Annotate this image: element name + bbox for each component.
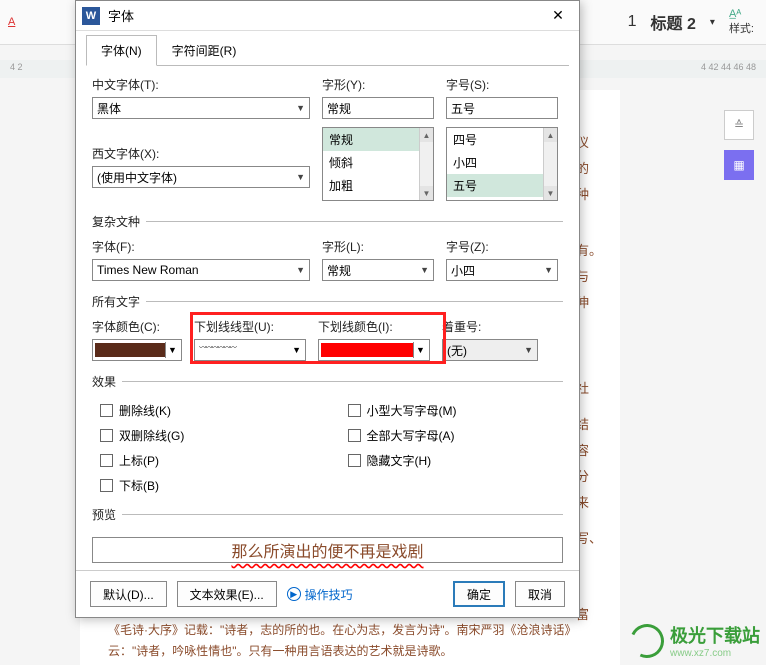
underline-color-combo[interactable]: ▼ [318, 339, 430, 361]
tab-spacing[interactable]: 字符间距(R) [157, 35, 252, 65]
all-text-label: 所有文字 [92, 293, 563, 310]
smallcaps-checkbox[interactable]: 小型大写字母(M) [348, 402, 556, 419]
dialog-titlebar: W 字体 ✕ [76, 1, 579, 31]
cancel-button[interactable]: 取消 [515, 581, 565, 607]
emphasis-combo[interactable]: (无)▼ [442, 339, 538, 361]
complex-font-label: 字体(F): [92, 238, 310, 255]
style-label: 字形(Y): [322, 76, 434, 93]
font-color-label: 字体颜色(C): [92, 318, 182, 335]
font-dialog: W 字体 ✕ 字体(N) 字符间距(R) 中文字体(T): 黑体▼ 字形(Y):… [75, 0, 580, 618]
font-color-icon[interactable]: A [8, 16, 15, 28]
default-button[interactable]: 默认(D)... [90, 581, 167, 607]
tips-link[interactable]: ▶操作技巧 [287, 586, 353, 603]
complex-font-select[interactable]: Times New Roman▼ [92, 259, 310, 281]
heading-1[interactable]: 1 [628, 13, 637, 31]
chinese-font-label: 中文字体(T): [92, 76, 310, 93]
underline-type-label: 下划线线型(U): [194, 318, 306, 335]
outline-icon[interactable]: ≙ [724, 110, 754, 140]
word-icon: W [82, 7, 100, 25]
double-strike-checkbox[interactable]: 双删除线(G) [100, 427, 308, 444]
dialog-title: 字体 [108, 6, 134, 25]
dialog-buttons: 默认(D)... 文本效果(E)... ▶操作技巧 确定 取消 [76, 570, 579, 617]
text-effects-button[interactable]: 文本效果(E)... [177, 581, 277, 607]
style-listbox[interactable]: 常规 倾斜 加粗 ▲▼ [322, 127, 434, 201]
complex-size-label: 字号(Z): [446, 238, 558, 255]
preview-text: 那么所演出的便不再是戏剧 [231, 538, 423, 562]
size-input[interactable]: 五号 [446, 97, 558, 119]
underline-type-combo[interactable]: ▼ [194, 339, 306, 361]
western-font-select[interactable]: (使用中文字体)▼ [92, 166, 310, 188]
strike-checkbox[interactable]: 删除线(K) [100, 402, 308, 419]
complex-size-select[interactable]: 小四▼ [446, 259, 558, 281]
font-color-combo[interactable]: ▼ [92, 339, 182, 361]
preview-label: 预览 [92, 506, 563, 523]
size-label: 字号(S): [446, 76, 558, 93]
style-button[interactable]: A̲ᴬ 样式: [729, 8, 754, 36]
western-font-label: 西文字体(X): [92, 147, 159, 161]
hidden-checkbox[interactable]: 隐藏文字(H) [348, 452, 556, 469]
effects-label: 效果 [92, 373, 563, 390]
heading-2[interactable]: 标题 2 [651, 10, 696, 34]
complex-style-label: 字形(L): [322, 238, 434, 255]
ok-button[interactable]: 确定 [453, 581, 505, 607]
superscript-checkbox[interactable]: 上标(P) [100, 452, 308, 469]
subscript-checkbox[interactable]: 下标(B) [100, 477, 308, 494]
style-dropdown-icon[interactable]: ▾ [710, 17, 715, 28]
size-listbox[interactable]: 四号 小四 五号 ▲▼ [446, 127, 558, 201]
complex-scripts-label: 复杂文种 [92, 213, 563, 230]
underline-color-label: 下划线颜色(I): [318, 318, 430, 335]
complex-style-select[interactable]: 常规▼ [322, 259, 434, 281]
chinese-font-select[interactable]: 黑体▼ [92, 97, 310, 119]
close-button[interactable]: ✕ [543, 4, 573, 28]
style-input[interactable]: 常规 [322, 97, 434, 119]
dialog-tabs: 字体(N) 字符间距(R) [86, 35, 569, 66]
side-panel: ≙ ▦ [724, 110, 754, 180]
preview-box: 那么所演出的便不再是戏剧 [92, 537, 563, 563]
watermark-logo: 极光下载站 www.xz7.com [630, 622, 760, 659]
emphasis-label: 着重号: [442, 318, 538, 335]
grid-icon[interactable]: ▦ [724, 150, 754, 180]
tab-font[interactable]: 字体(N) [86, 35, 157, 66]
allcaps-checkbox[interactable]: 全部大写字母(A) [348, 427, 556, 444]
